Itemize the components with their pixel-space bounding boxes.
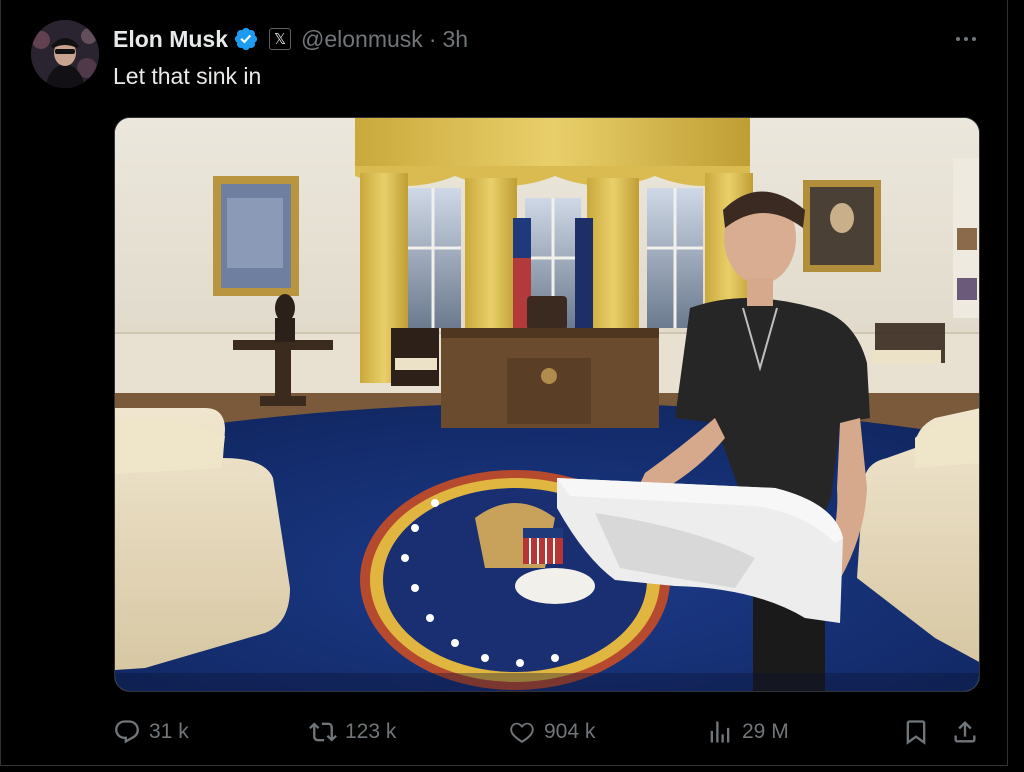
bookmark-button[interactable] [902,712,930,752]
reply-count: 31 k [149,720,189,743]
post-timestamp[interactable]: 3h [442,26,468,53]
author-handle[interactable]: @elonmusk [301,26,423,53]
tweet-photo[interactable] [114,117,980,692]
oval-office-photo [115,118,979,691]
author-display-name[interactable]: Elon Musk [113,26,228,53]
views-count: 29 M [742,720,789,743]
x-affiliation-icon[interactable]: 𝕏 [269,28,292,50]
repost-button[interactable]: 123 k [309,712,396,752]
tweet-actions: 31 k 123 k 904 k 29 M [113,712,983,752]
more-options-button[interactable] [949,24,983,54]
tweet-card[interactable]: Elon Musk 𝕏 @elonmusk · 3h Let that sink… [0,0,1008,766]
heart-icon [510,722,534,744]
like-button[interactable]: 904 k [508,712,595,752]
share-icon [954,721,976,743]
verified-badge-icon[interactable] [233,26,259,52]
share-button[interactable] [951,712,979,752]
repost-count: 123 k [345,720,397,743]
avatar-image [31,20,99,88]
bookmark-icon [906,720,926,745]
reply-icon [115,720,139,744]
more-horizontal-icon [956,37,960,41]
views-chart-icon [710,721,730,743]
author-avatar[interactable] [31,20,99,88]
tweet-text: Let that sink in [113,63,262,89]
tweet-header: Elon Musk 𝕏 @elonmusk · 3h [113,22,468,56]
like-count: 904 k [544,720,596,743]
views-button[interactable]: 29 M [706,712,789,752]
separator-dot: · [428,25,437,52]
reply-button[interactable]: 31 k [113,712,189,752]
repost-icon [309,722,337,742]
